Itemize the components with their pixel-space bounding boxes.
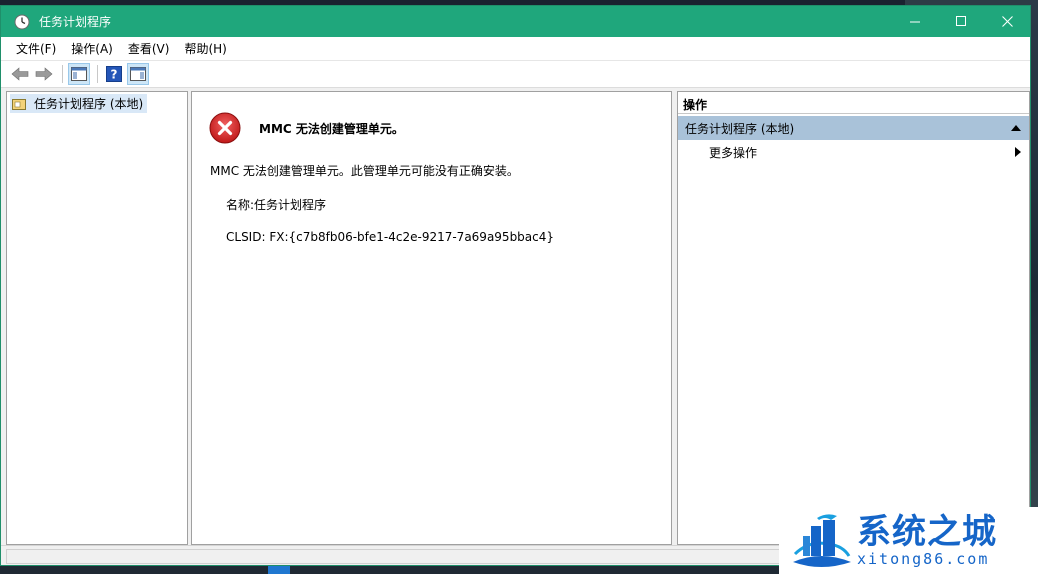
window-controls [892,6,1030,37]
status-segment [6,549,781,564]
watermark: 系统之城 xitong86.com [779,507,1038,574]
collapse-arrow-icon[interactable] [1011,125,1021,131]
maximize-button[interactable] [938,6,984,37]
maximize-icon [955,16,966,26]
minimize-icon [909,21,920,23]
watermark-logo [793,513,851,567]
minimize-button[interactable] [892,6,938,37]
show-hide-console-tree-button[interactable] [68,63,90,85]
tree-item-task-scheduler[interactable]: 任务计划程序 (本地) [10,94,148,113]
more-actions-label: 更多操作 [709,145,758,160]
error-message: MMC 无法创建管理单元。此管理单元可能没有正确安装。 [210,164,519,178]
pane-area: 任务计划程序 (本地) MMC 无法创建管理单元。 MMC 无法创建管理单元。此… [1,89,1030,545]
toolbar-separator [97,65,98,83]
help-button[interactable]: ? [103,63,125,85]
desktop-background-right [1030,0,1038,574]
submenu-arrow-icon [1015,147,1021,157]
svg-text:?: ? [111,68,118,82]
menu-file[interactable]: 文件(F) [1,40,63,57]
menubar: 文件(F) 操作(A) 查看(V) 帮助(H) [1,37,1030,61]
console-tree: 任务计划程序 (本地) [6,91,188,545]
actions-pane: 操作 任务计划程序 (本地) 更多操作 [677,91,1030,545]
action-pane-icon [130,67,146,81]
watermark-url: xitong86.com [857,549,990,568]
error-icon [209,112,241,144]
window-title: 任务计划程序 [39,15,112,29]
menu-action[interactable]: 操作(A) [63,40,120,57]
help-icon: ? [106,66,122,82]
clock-icon [13,13,31,31]
mmc-window: 任务计划程序 文件(F) 操作(A) 查看(V) 帮助(H) ? 任务计划程序 … [0,5,1031,566]
show-hide-action-pane-button[interactable] [127,63,149,85]
close-icon [1001,16,1013,27]
snapin-clsid: CLSID: FX:{c7b8fb06-bfe1-4c2e-9217-7a69a… [226,230,555,244]
snapin-name: 名称:任务计划程序 [226,198,327,212]
taskbar-app-indicator[interactable] [268,566,290,574]
forward-arrow-icon [35,67,53,81]
back-arrow-icon [11,67,29,81]
close-button[interactable] [984,6,1030,37]
console-tree-icon [71,67,87,81]
snapin-folder-icon [12,98,26,110]
menu-help[interactable]: 帮助(H) [176,40,233,57]
back-button[interactable] [9,63,31,85]
actions-section-task-scheduler[interactable]: 任务计划程序 (本地) [678,116,1029,140]
actions-header: 操作 [678,92,1029,114]
titlebar[interactable]: 任务计划程序 [1,6,1030,37]
more-actions-item[interactable]: 更多操作 [678,140,1029,164]
toolbar: ? [1,61,1030,88]
actions-section-label: 任务计划程序 (本地) [685,121,795,136]
forward-button[interactable] [33,63,55,85]
menu-view[interactable]: 查看(V) [120,40,177,57]
error-title: MMC 无法创建管理单元。 [259,122,404,136]
tree-item-label: 任务计划程序 (本地) [34,97,144,111]
watermark-name: 系统之城 [857,511,997,552]
result-pane: MMC 无法创建管理单元。 MMC 无法创建管理单元。此管理单元可能没有正确安装… [191,91,672,545]
toolbar-separator [62,65,63,83]
